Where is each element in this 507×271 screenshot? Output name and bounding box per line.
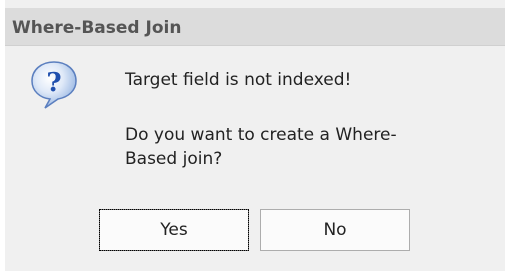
dialog-title: Where-Based Join [12,18,182,38]
question-icon: ? [28,58,80,110]
svg-text:?: ? [46,68,61,98]
dialog-titlebar[interactable]: Where-Based Join [5,8,505,46]
yes-button[interactable]: Yes [99,209,249,251]
message-question: Do you want to create a Where-Based join… [125,125,397,169]
message-primary: Target field is not indexed! [125,70,352,90]
no-button[interactable]: No [260,209,410,251]
